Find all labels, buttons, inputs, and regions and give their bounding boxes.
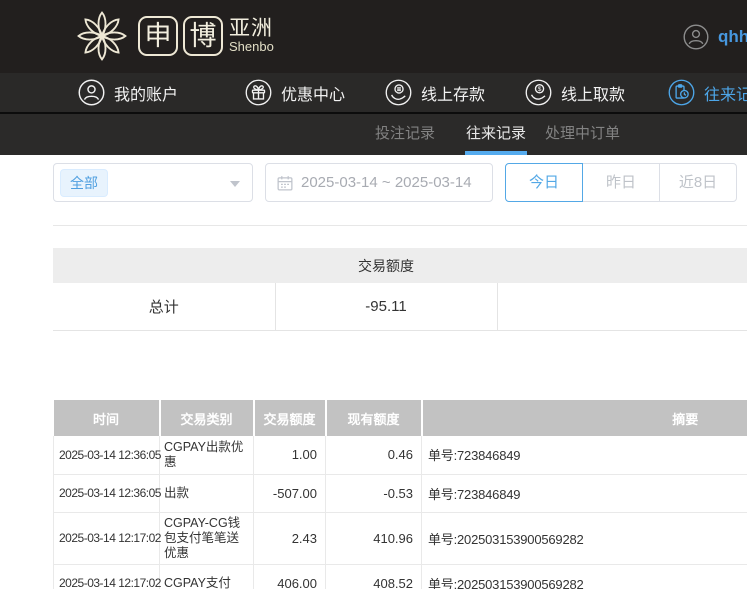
deposit-icon <box>385 79 412 106</box>
logo[interactable]: 申 博 亚洲 Shenbo <box>72 6 274 66</box>
records-header-row: 时间 交易类别 交易额度 现有额度 摘要 <box>53 400 747 436</box>
nav-item-label: 线上取款 <box>561 86 626 104</box>
nav-item-online-deposit[interactable]: 线上存款 <box>385 73 485 112</box>
nav-item-transaction-records[interactable]: 往来记录 <box>668 73 747 112</box>
records-icon <box>668 79 695 106</box>
summary-total-row: 总计 -95.11 <box>53 283 747 331</box>
summary-header-amount: 交易额度 <box>275 248 497 283</box>
calendar-icon <box>277 175 293 190</box>
cell-type: 出款 <box>159 474 254 513</box>
nav-item-promo-center[interactable]: 优惠中心 <box>245 73 345 112</box>
summary-header-row: 交易额度 <box>53 248 747 283</box>
nav-item-label: 优惠中心 <box>281 86 346 104</box>
top-header: 申 博 亚洲 Shenbo qhh <box>0 0 747 73</box>
cell-balance: 0.46 <box>325 436 422 475</box>
cell-balance: 410.96 <box>325 512 422 565</box>
cell-summary: 单号:723846849 <box>421 474 747 513</box>
table-row: 2025-03-14 12:36:05 出款 -507.00 -0.53 单号:7238… <box>53 474 747 513</box>
cell-time: 2025-03-14 12:36:05 <box>53 474 161 513</box>
logo-subtitle: Shenbo <box>229 39 274 55</box>
cell-type: CGPAY-CG钱包支付笔笔送优惠 <box>159 512 254 565</box>
summary-header-empty <box>497 248 747 283</box>
summary-header-empty <box>53 248 275 283</box>
column-header: 交易类别 <box>159 400 255 436</box>
quick-button-last-8-days[interactable]: 近8日 <box>659 163 737 202</box>
cell-balance: 408.52 <box>325 564 422 589</box>
tab-bet-records[interactable]: 投注记录 <box>375 114 435 155</box>
svg-text:$: $ <box>538 86 542 93</box>
cell-type: CGPAY支付 <box>159 564 254 589</box>
cell-summary: 单号:202503153900569282 <box>421 564 747 589</box>
table-row: 2025-03-14 12:36:05 CGPAY出款优惠 1.00 0.46 单号:7… <box>53 436 747 475</box>
tab-transaction-records[interactable]: 往来记录 <box>465 114 528 155</box>
cell-amount: -507.00 <box>253 474 326 513</box>
cell-balance: -0.53 <box>325 474 422 513</box>
divider <box>53 225 747 226</box>
cell-time: 2025-03-14 12:36:05 <box>53 436 161 475</box>
logo-region: 亚洲 <box>229 17 273 41</box>
cell-time: 2025-03-14 12:17:02 <box>53 564 161 589</box>
sub-nav: 投注记录 往来记录 处理中订单 <box>0 114 747 155</box>
date-range-input[interactable]: 2025-03-14 ~ 2025-03-14 <box>265 163 493 202</box>
logo-char-1: 申 <box>138 16 178 56</box>
person-icon <box>78 79 105 106</box>
chevron-down-icon <box>230 181 240 187</box>
table-row: 2025-03-14 12:17:02 CGPAY支付 406.00 408.52 单号… <box>53 564 747 589</box>
summary-total-value: -95.11 <box>274 283 497 331</box>
nav-item-my-account[interactable]: 我的账户 <box>78 73 178 112</box>
cell-time: 2025-03-14 12:17:02 <box>53 512 161 565</box>
nav-item-label: 往来记录 <box>704 86 747 104</box>
cell-type: CGPAY出款优惠 <box>159 436 254 475</box>
flower-logo-icon <box>77 11 127 61</box>
username: qhh <box>718 27 747 46</box>
cell-amount: 1.00 <box>253 436 326 475</box>
gift-icon <box>245 79 272 106</box>
cell-summary: 单号:202503153900569282 <box>421 512 747 565</box>
person-icon <box>683 24 709 50</box>
main-nav: 我的账户 优惠中心 线上存款 $ 线上取款 往来记录 <box>0 73 747 112</box>
column-header: 交易额度 <box>253 400 327 436</box>
quick-button-today[interactable]: 今日 <box>505 163 583 202</box>
records-table: 时间 交易类别 交易额度 现有额度 摘要 2025-03-14 12:36:05 CGPA… <box>53 400 747 589</box>
summary-empty-cell <box>496 283 747 331</box>
summary-table: 交易额度 总计 -95.11 <box>53 248 747 331</box>
nav-item-label: 我的账户 <box>114 86 179 104</box>
column-header: 现有额度 <box>325 400 423 436</box>
column-header: 时间 <box>53 400 161 436</box>
cell-summary: 单号:723846849 <box>421 436 747 475</box>
nav-item-label: 线上存款 <box>421 86 486 104</box>
user-account[interactable]: qhh <box>683 24 747 50</box>
filter-row: 全部 2025-03-14 ~ 2025-03-14 今日 昨日 近8日 <box>53 163 737 202</box>
type-select-value: 全部 <box>60 168 108 197</box>
tab-processing-orders[interactable]: 处理中订单 <box>545 114 620 155</box>
cell-amount: 406.00 <box>253 564 326 589</box>
date-range-value: 2025-03-14 ~ 2025-03-14 <box>301 174 472 191</box>
table-row: 2025-03-14 12:17:02 CGPAY-CG钱包支付笔笔送优惠 2.43… <box>53 512 747 565</box>
nav-item-online-withdraw[interactable]: $ 线上取款 <box>525 73 625 112</box>
active-tab-underline <box>465 151 528 155</box>
withdraw-icon: $ <box>525 79 552 106</box>
cell-amount: 2.43 <box>253 512 326 565</box>
logo-char-2: 博 <box>183 16 223 56</box>
summary-total-label: 总计 <box>53 283 275 331</box>
page: 申 博 亚洲 Shenbo qhh 我的账户优惠中心线上存款$线上取款往来记录 … <box>0 0 747 589</box>
date-quick-buttons: 今日 昨日 近8日 <box>505 163 737 202</box>
type-select[interactable]: 全部 <box>53 163 253 202</box>
quick-button-yesterday[interactable]: 昨日 <box>582 163 660 202</box>
column-header: 摘要 <box>421 400 747 436</box>
